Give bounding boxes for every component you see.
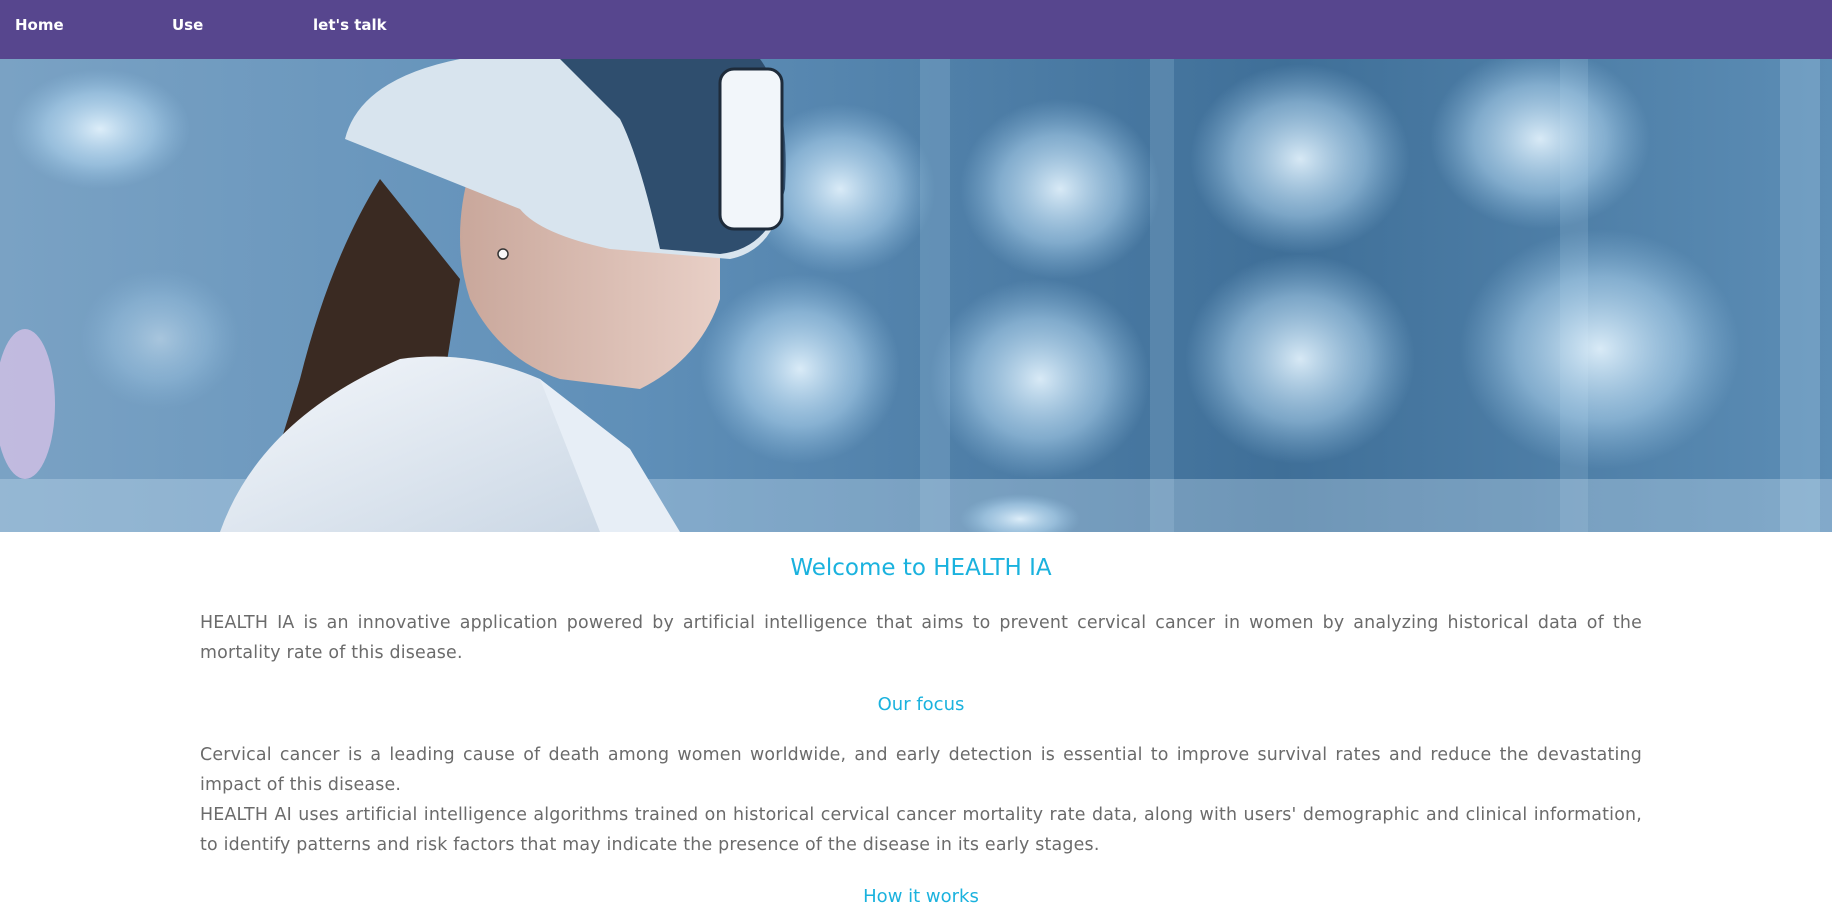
nav-use-link[interactable]: Use: [172, 16, 203, 34]
nav-lets-talk-link[interactable]: let's talk: [313, 16, 387, 34]
intro-paragraph: HEALTH IA is an innovative application p…: [200, 613, 1642, 663]
page-title: Welcome to HEALTH IA: [790, 555, 1052, 581]
our-focus-heading: Our focus: [877, 694, 965, 715]
focus-paragraph-1: Cervical cancer is a leading cause of de…: [200, 745, 1642, 795]
how-it-works-heading: How it works: [863, 886, 979, 907]
focus-paragraph-2: HEALTH AI uses artificial intelligence a…: [200, 805, 1642, 855]
nav-home-link[interactable]: Home: [15, 16, 64, 34]
hero-image: [0, 59, 1832, 532]
top-navbar: Home Use let's talk: [0, 0, 1832, 59]
